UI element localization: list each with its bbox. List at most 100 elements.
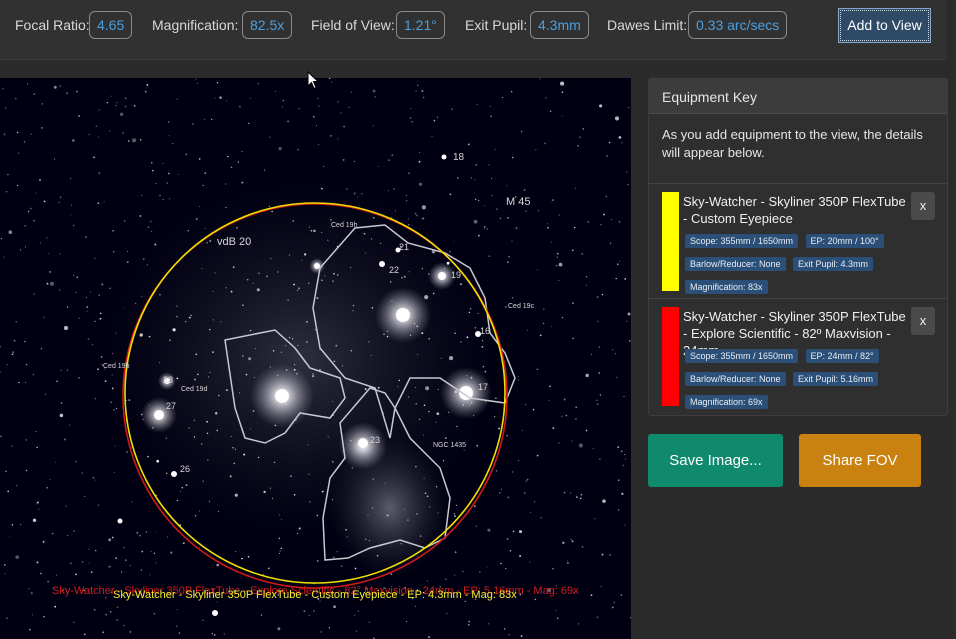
background-star <box>113 471 115 473</box>
background-star <box>105 597 107 599</box>
background-star <box>298 108 300 110</box>
background-star <box>536 368 538 370</box>
background-star <box>45 393 47 395</box>
background-star <box>483 225 486 228</box>
background-star <box>614 116 620 121</box>
background-star <box>129 565 131 566</box>
background-star <box>570 492 572 494</box>
background-star <box>139 534 141 537</box>
background-star <box>159 194 161 197</box>
background-star <box>260 614 263 616</box>
background-star <box>615 277 617 280</box>
background-star <box>85 236 87 239</box>
background-star <box>626 320 628 322</box>
background-star <box>417 84 419 86</box>
background-star <box>473 219 478 224</box>
background-star <box>24 381 27 384</box>
background-star <box>526 478 529 481</box>
share-fov-button[interactable]: Share FOV <box>799 434 921 487</box>
background-star <box>330 81 333 84</box>
background-star <box>99 312 102 315</box>
background-star <box>24 224 27 227</box>
background-star <box>478 199 480 202</box>
background-star <box>500 488 502 490</box>
background-star <box>167 121 170 123</box>
background-star <box>602 499 606 503</box>
remove-equipment-button[interactable]: x <box>911 307 935 335</box>
background-star <box>75 291 77 294</box>
background-star <box>587 221 590 223</box>
background-star <box>225 183 227 185</box>
background-star <box>534 598 537 601</box>
background-star <box>123 220 126 222</box>
background-star <box>552 427 555 430</box>
background-star <box>18 152 20 154</box>
background-star <box>40 347 43 350</box>
background-star <box>599 394 602 396</box>
background-star <box>28 628 31 631</box>
background-star <box>563 491 566 494</box>
background-star <box>488 164 490 166</box>
dawes-limit-value: 0.33 arc/secs <box>688 11 788 39</box>
background-star <box>611 606 614 609</box>
background-star <box>567 562 569 564</box>
background-star <box>219 96 222 99</box>
background-star <box>557 617 559 619</box>
background-star <box>566 559 568 561</box>
background-star <box>36 446 39 449</box>
field-of-view-label: Field of View: <box>311 17 395 33</box>
background-star <box>436 116 439 118</box>
background-star <box>241 557 243 560</box>
background-star <box>178 632 181 634</box>
background-star <box>618 479 620 481</box>
background-star <box>195 78 197 80</box>
background-star <box>536 454 539 457</box>
background-star <box>504 567 507 570</box>
background-star <box>27 83 29 85</box>
background-star <box>140 194 143 197</box>
background-star <box>525 480 527 483</box>
background-star <box>267 567 270 570</box>
background-star <box>611 348 614 351</box>
background-star <box>610 219 612 221</box>
background-star <box>419 151 420 153</box>
remove-equipment-button[interactable]: x <box>911 192 935 220</box>
background-star <box>558 214 560 216</box>
fov-sky-view[interactable]: 18 M 45 Ced 19h vdB 20 21 22 19 Ced 19c … <box>0 78 631 639</box>
background-star <box>624 458 626 460</box>
background-star <box>55 461 57 463</box>
background-star <box>544 142 547 145</box>
background-star <box>509 549 512 552</box>
add-to-view-button[interactable]: Add to View <box>838 8 931 43</box>
background-star <box>579 497 582 500</box>
scope-badge: Scope: 355mm / 1650mm <box>685 234 799 248</box>
background-star <box>496 208 498 211</box>
save-image-button[interactable]: Save Image... <box>648 434 783 487</box>
background-star <box>506 434 508 437</box>
background-star <box>523 189 526 191</box>
background-star <box>216 82 219 84</box>
background-star <box>500 562 502 565</box>
background-star <box>75 460 77 463</box>
background-star <box>97 202 100 205</box>
background-star <box>600 224 602 226</box>
background-star <box>141 550 144 553</box>
background-star <box>508 256 510 258</box>
focal-ratio-label: Focal Ratio: <box>15 17 90 33</box>
background-star <box>622 464 625 467</box>
background-star <box>571 440 573 442</box>
background-star <box>94 398 97 400</box>
background-star <box>103 201 105 203</box>
background-star <box>95 125 98 127</box>
background-star <box>20 524 22 526</box>
sky-label-27: 27 <box>166 401 176 411</box>
background-star <box>86 310 88 312</box>
background-star <box>11 524 14 526</box>
background-star <box>124 105 127 108</box>
background-star <box>197 82 199 84</box>
background-star <box>520 635 523 637</box>
background-star <box>9 535 11 537</box>
background-star <box>66 306 69 308</box>
background-star <box>109 130 111 132</box>
background-star <box>97 368 99 371</box>
